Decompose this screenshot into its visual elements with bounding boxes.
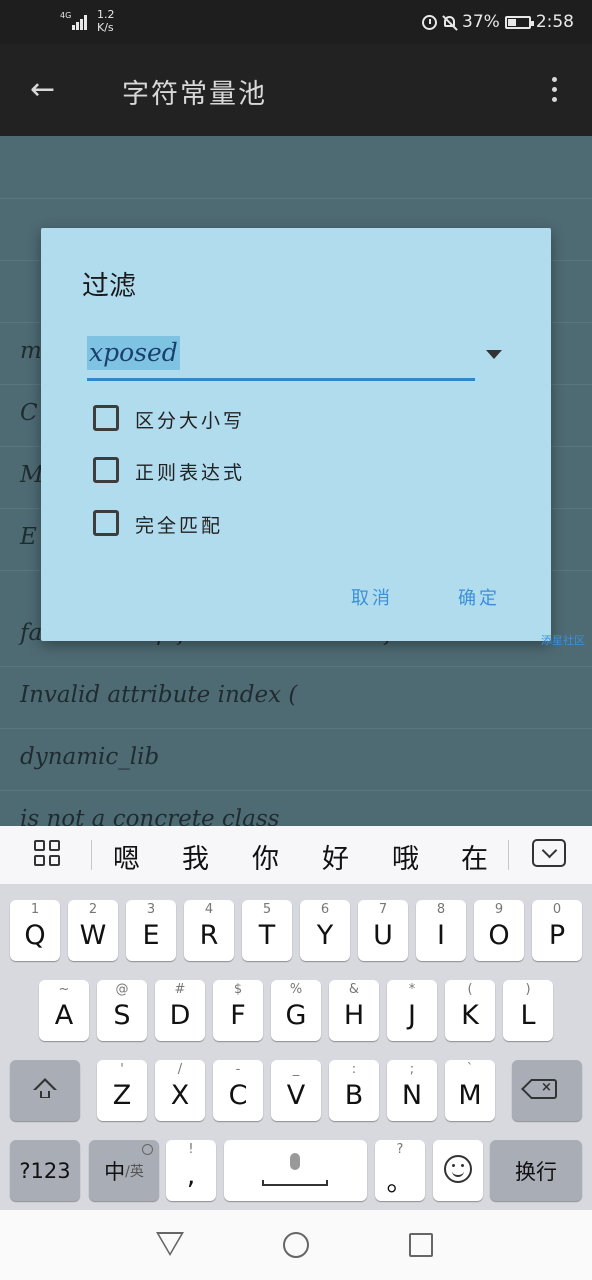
key-a[interactable]: ~ A [39, 980, 89, 1041]
space-icon [262, 1180, 328, 1186]
enter-key[interactable]: 换行 [490, 1140, 582, 1201]
status-bar: 4G 1.2 K/s 37% 2:58 [0, 0, 592, 44]
key-h[interactable]: & H [329, 980, 379, 1041]
key-r[interactable]: 4R [184, 900, 234, 961]
keyboard: 1Q 2W 3E 4R 5T 6Y 7U 8I 9O 0P ~ A @ S # D $… [0, 884, 592, 1210]
key-e[interactable]: 3E [126, 900, 176, 961]
suggestion-word[interactable]: 在 [461, 837, 488, 876]
hide-keyboard-icon[interactable] [532, 839, 566, 867]
shift-key[interactable] [10, 1060, 80, 1121]
key-z[interactable]: ' Z [97, 1060, 147, 1121]
suggestion-word[interactable]: 你 [252, 837, 279, 876]
cancel-button[interactable]: 取消 [351, 584, 393, 610]
suggestion-word[interactable]: 我 [182, 837, 209, 876]
more-vert-icon[interactable] [552, 77, 558, 107]
key-j[interactable]: * J [387, 980, 437, 1041]
key-t[interactable]: 5T [242, 900, 292, 961]
key-k[interactable]: (K [445, 980, 495, 1041]
case-sensitive-label[interactable]: 区分大小写 [135, 406, 245, 433]
ok-button[interactable]: 确定 [458, 584, 500, 610]
exact-match-label[interactable]: 完全匹配 [135, 511, 223, 538]
regex-label[interactable]: 正则表达式 [135, 458, 245, 485]
comma-key[interactable]: !, [166, 1140, 216, 1201]
key-x[interactable]: / X [155, 1060, 205, 1121]
key-c[interactable]: -C [213, 1060, 263, 1121]
key-p[interactable]: 0P [532, 900, 582, 961]
list-item[interactable]: dynamic_lib [0, 728, 592, 791]
network-speed: 1.2 K/s [97, 8, 115, 34]
backspace-key[interactable]: × [512, 1060, 582, 1121]
filter-dialog: 过滤 xposed 区分大小写 正则表达式 完全匹配 取消 确定 [41, 228, 551, 641]
filter-input[interactable]: xposed [87, 332, 475, 381]
clock: 2:58 [535, 12, 574, 32]
microphone-icon [290, 1153, 300, 1170]
page-title: 字符常量池 [122, 79, 267, 110]
key-q[interactable]: 1Q [10, 900, 60, 961]
key-y[interactable]: 6Y [300, 900, 350, 961]
battery-percent: 37% [462, 12, 500, 32]
watermark: 添星社区 [541, 634, 585, 647]
exact-match-checkbox[interactable] [93, 510, 119, 536]
space-key[interactable] [224, 1140, 367, 1201]
key-g[interactable]: % G [271, 980, 321, 1041]
key-i[interactable]: 8I [416, 900, 466, 961]
key-l[interactable]: ) L [503, 980, 553, 1041]
key-u[interactable]: 7U [358, 900, 408, 961]
dropdown-arrow-icon[interactable] [486, 350, 502, 359]
mute-icon [442, 15, 457, 30]
symbols-key[interactable]: ?123 [10, 1140, 80, 1201]
suggestion-word[interactable]: 哦 [392, 837, 419, 876]
system-nav-bar [0, 1210, 592, 1280]
key-b[interactable]: :B [329, 1060, 379, 1121]
key-o[interactable]: 9O [474, 900, 524, 961]
period-key[interactable]: ?。 [375, 1140, 425, 1201]
key-m[interactable]: ` M [445, 1060, 495, 1121]
list-item[interactable] [0, 136, 592, 199]
key-d[interactable]: # D [155, 980, 205, 1041]
nav-home-icon[interactable] [283, 1232, 309, 1258]
battery-icon [504, 15, 534, 29]
dialog-title: 过滤 [82, 271, 136, 302]
key-s[interactable]: @ S [97, 980, 147, 1041]
filter-input-value[interactable]: xposed [87, 336, 180, 370]
regex-checkbox[interactable] [93, 457, 119, 483]
list-item[interactable]: Invalid attribute index ( [0, 666, 592, 729]
key-v[interactable]: _ V [271, 1060, 321, 1121]
nav-recents-icon[interactable] [409, 1233, 433, 1257]
grid-menu-icon[interactable] [34, 840, 64, 870]
nav-back-icon[interactable] [156, 1232, 184, 1256]
emoji-key[interactable] [433, 1140, 483, 1201]
arrow-left-icon[interactable]: ← [30, 74, 62, 106]
emoji-icon [444, 1155, 472, 1183]
key-w[interactable]: 2W [68, 900, 118, 961]
language-switch-key[interactable]: 中/英 [89, 1140, 159, 1201]
app-toolbar: ← 字符常量池 [0, 44, 592, 136]
alarm-icon [422, 14, 438, 30]
key-f[interactable]: $ F [213, 980, 263, 1041]
signal-icon: 4G [60, 12, 88, 30]
case-sensitive-checkbox[interactable] [93, 405, 119, 431]
suggestion-word[interactable]: 嗯 [113, 837, 140, 876]
ime-suggestion-bar: 嗯 我 你 好 哦 在 [0, 826, 592, 885]
suggestion-word[interactable]: 好 [322, 837, 349, 876]
key-n[interactable]: ; N [387, 1060, 437, 1121]
